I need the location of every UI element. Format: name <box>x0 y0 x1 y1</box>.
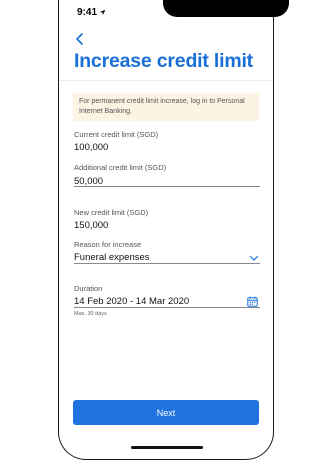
additional-limit-label: Additional credit limit (SGD) <box>74 163 167 172</box>
status-time: 9:41 <box>77 6 98 18</box>
duration-label: Duration <box>74 284 103 293</box>
status-time-group: 9:41 <box>77 7 106 18</box>
duration-input[interactable]: 14 Feb 2020 - 14 Mar 2020 <box>74 296 189 307</box>
home-indicator <box>131 446 203 449</box>
reason-select[interactable]: Funeral expenses <box>74 252 150 263</box>
info-banner: For permanent credit limit increase, log… <box>73 93 259 121</box>
additional-limit-underline <box>74 186 260 187</box>
location-arrow-icon <box>99 9 106 15</box>
new-limit-value: 150,000 <box>74 220 109 231</box>
duration-underline <box>74 307 260 308</box>
next-button[interactable]: Next <box>73 400 259 425</box>
header-divider <box>59 80 273 81</box>
current-limit-value: 100,000 <box>74 142 109 153</box>
new-limit-label: New credit limit (SGD) <box>74 208 149 217</box>
duration-helper-text: Max. 30 days <box>74 311 107 317</box>
calendar-icon[interactable] <box>247 296 258 307</box>
reason-label: Reason for increase <box>74 240 142 249</box>
chevron-down-icon[interactable] <box>249 254 259 262</box>
phone-notch <box>163 0 289 17</box>
page-title: Increase credit limit <box>74 50 253 72</box>
current-limit-label: Current credit limit (SGD) <box>74 130 159 139</box>
reason-underline <box>74 263 260 264</box>
phone-frame: 9:41 Increase credit limit For permanent… <box>58 0 289 460</box>
chevron-left-icon[interactable] <box>73 32 87 46</box>
